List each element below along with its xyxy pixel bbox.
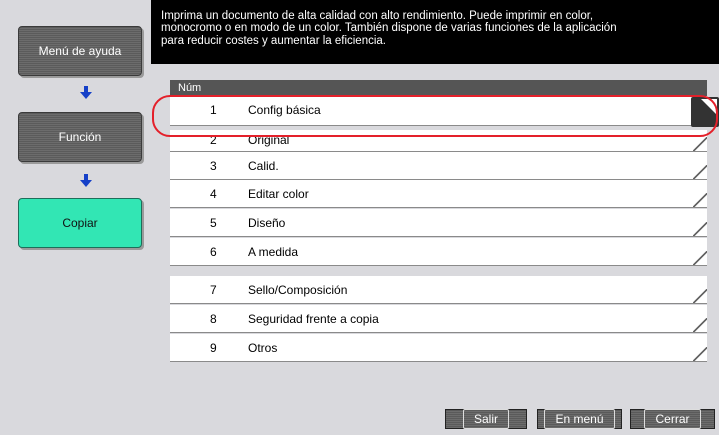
corner-icon [693, 289, 707, 303]
corner-icon [693, 347, 707, 361]
item-number: 3 [210, 159, 217, 173]
list-item[interactable]: 5 Diseño [170, 209, 707, 237]
corner-icon [693, 251, 707, 265]
list-item[interactable]: 8 Seguridad frente a copia [170, 305, 707, 333]
list-item[interactable]: 6 A medida [170, 238, 707, 266]
in-menu-button[interactable]: En menú [537, 409, 622, 429]
item-label: Editar color [248, 187, 309, 201]
item-label: Seguridad frente a copia [248, 312, 379, 326]
close-label: Cerrar [644, 409, 701, 429]
item-label: Sello/Composición [248, 283, 348, 297]
description-text: Imprima un documento de alta calidad con… [161, 10, 617, 47]
exit-button[interactable]: Salir [445, 409, 527, 429]
help-menu-button[interactable]: Menú de ayuda [18, 26, 142, 76]
exit-label: Salir [462, 409, 509, 429]
item-number: 7 [210, 283, 217, 297]
item-label: Otros [248, 341, 278, 355]
sidebar: Menú de ayuda Función Copiar [0, 0, 151, 435]
list-item[interactable]: 4 Editar color [170, 180, 707, 208]
help-menu-label: Menú de ayuda [38, 44, 122, 58]
corner-icon [693, 165, 707, 179]
arrow-down-icon [80, 86, 92, 99]
list-header: Núm [170, 80, 707, 96]
list-item[interactable]: 9 Otros [170, 334, 707, 362]
item-number: 6 [210, 245, 217, 259]
item-label: Calid. [248, 159, 279, 173]
copy-label: Copiar [62, 216, 98, 230]
item-number: 5 [210, 216, 217, 230]
function-label: Función [58, 130, 102, 144]
num-column-header: Núm [178, 82, 202, 94]
corner-icon [693, 193, 707, 207]
corner-icon [693, 137, 707, 151]
in-menu-label: En menú [544, 409, 615, 429]
description-panel: Imprima un documento de alta calidad con… [151, 0, 719, 64]
corner-icon [693, 318, 707, 332]
arrow-down-icon [80, 174, 92, 187]
corner-icon [693, 222, 707, 236]
function-button[interactable]: Función [18, 112, 142, 162]
item-number: 8 [210, 312, 217, 326]
list-item[interactable]: 7 Sello/Composición [170, 276, 707, 304]
copy-button[interactable]: Copiar [18, 198, 142, 248]
list-item[interactable]: 3 Calid. [170, 152, 707, 180]
item-label: Diseño [248, 216, 286, 230]
selection-highlight [152, 95, 718, 137]
close-button[interactable]: Cerrar [630, 409, 715, 429]
item-number: 9 [210, 341, 217, 355]
item-number: 4 [210, 187, 217, 201]
item-label: A medida [248, 245, 299, 259]
